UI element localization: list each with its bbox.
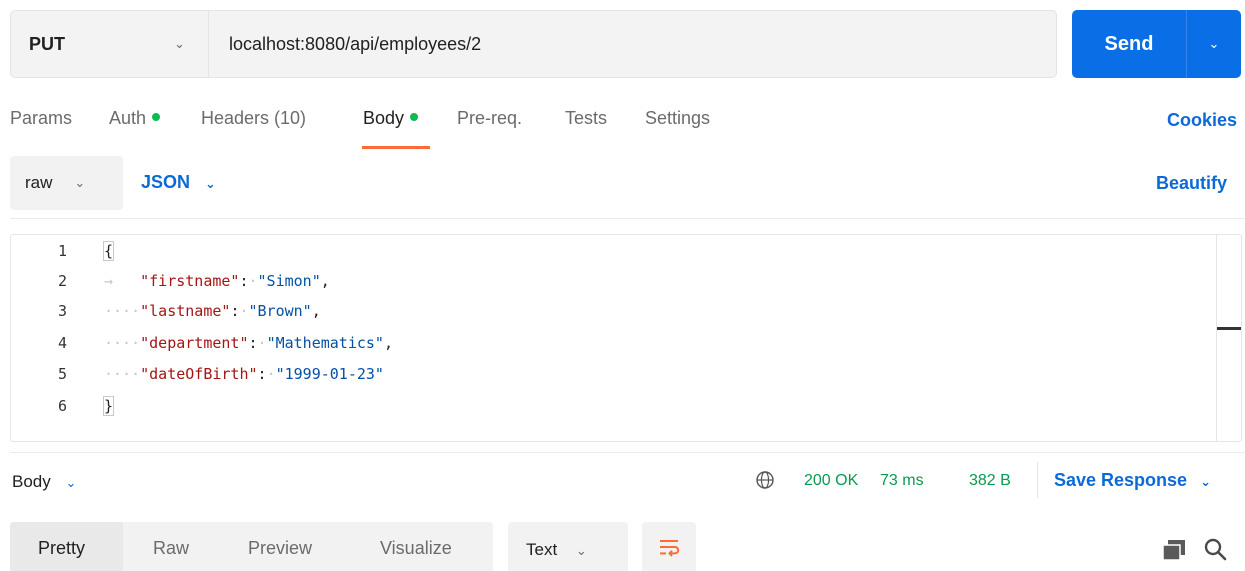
- copy-icon[interactable]: [1162, 540, 1186, 560]
- tab-settings[interactable]: Settings: [645, 108, 710, 129]
- json-key: "firstname": [140, 272, 240, 290]
- send-options-button[interactable]: ⌄: [1186, 10, 1241, 78]
- tab-tests[interactable]: Tests: [565, 108, 607, 129]
- line-number: 4: [57, 334, 67, 352]
- beautify-button[interactable]: Beautify: [1156, 173, 1227, 194]
- chevron-down-icon: ⌄: [65, 475, 77, 490]
- globe-icon[interactable]: [754, 469, 776, 491]
- json-key: "dateOfBirth": [140, 365, 258, 383]
- json-value: "Simon": [257, 272, 321, 290]
- line-number: 1: [57, 242, 67, 260]
- method-label: PUT: [29, 33, 65, 54]
- json-value: "1999-01-23": [275, 365, 384, 383]
- editor-scrollbar[interactable]: [1216, 235, 1217, 441]
- code-line: 5 ····"dateOfBirth":·"1999-01-23": [11, 362, 384, 386]
- tab-auth-label: Auth: [109, 108, 147, 128]
- json-value: "Mathematics": [266, 334, 384, 352]
- code-text: → "firstname":·"Simon",: [104, 272, 330, 290]
- code-text: }: [102, 396, 115, 416]
- status-code[interactable]: 200 OK: [804, 472, 858, 490]
- json-key: "lastname": [140, 302, 231, 320]
- chevron-down-icon: ⌄: [74, 175, 86, 190]
- tab-auth[interactable]: Auth: [109, 108, 161, 129]
- save-response-label: Save Response: [1054, 470, 1188, 490]
- wrap-lines-icon: [660, 539, 680, 557]
- body-mode-select[interactable]: raw ⌄: [10, 156, 123, 210]
- method-select[interactable]: PUT ⌄: [11, 11, 209, 77]
- brace: }: [102, 396, 115, 416]
- view-tab-visualize[interactable]: Visualize: [380, 538, 452, 559]
- code-line: 2 → "firstname":·"Simon",: [11, 269, 330, 293]
- response-time[interactable]: 73 ms: [880, 472, 924, 490]
- language-select[interactable]: JSON ⌄: [141, 172, 216, 193]
- response-section-select[interactable]: Body ⌄: [12, 472, 76, 492]
- code-line: 1 {: [11, 239, 115, 263]
- divider: [10, 218, 1245, 219]
- chevron-down-icon: ⌄: [1200, 474, 1211, 489]
- response-view-tabs: Pretty Raw Preview Visualize: [10, 522, 493, 571]
- json-key: "department": [140, 334, 249, 352]
- brace: {: [102, 241, 115, 261]
- status-dot: [152, 113, 161, 122]
- active-tab-indicator: [362, 146, 430, 149]
- chevron-down-icon: ⌄: [205, 176, 216, 191]
- language-label: JSON: [141, 172, 191, 192]
- tab-body[interactable]: Body: [363, 108, 419, 129]
- view-tab-preview[interactable]: Preview: [248, 538, 312, 559]
- code-text: ····"dateOfBirth":·"1999-01-23": [104, 365, 384, 383]
- divider: [10, 452, 1245, 453]
- response-size[interactable]: 382 B: [969, 472, 1011, 490]
- view-tab-pretty[interactable]: Pretty: [38, 538, 85, 559]
- chevron-down-icon: ⌄: [575, 543, 587, 558]
- tab-headers[interactable]: Headers (10): [201, 108, 306, 129]
- view-tab-raw[interactable]: Raw: [153, 538, 189, 559]
- response-section-label: Body: [12, 472, 51, 491]
- body-mode-label: raw: [25, 173, 53, 192]
- send-button-group: Send ⌄: [1072, 10, 1241, 78]
- response-format-select[interactable]: Text ⌄: [508, 522, 628, 571]
- chevron-down-icon: ⌄: [174, 36, 185, 51]
- chevron-down-icon: ⌄: [1208, 36, 1220, 51]
- line-number: 3: [57, 302, 67, 320]
- code-text: {: [102, 241, 115, 261]
- wrap-lines-button[interactable]: [642, 522, 696, 571]
- code-line: 4 ····"department":·"Mathematics",: [11, 331, 393, 355]
- line-number: 6: [57, 397, 67, 415]
- code-text: ····"lastname":·"Brown",: [104, 302, 321, 320]
- code-text: ····"department":·"Mathematics",: [104, 334, 393, 352]
- tab-prereq[interactable]: Pre-req.: [457, 108, 522, 129]
- code-line: 6 }: [11, 394, 115, 418]
- search-icon[interactable]: [1203, 537, 1227, 561]
- tab-params[interactable]: Params: [10, 108, 72, 129]
- cookies-link[interactable]: Cookies: [1167, 110, 1237, 131]
- request-body-editor[interactable]: 1 { 2 → "firstname":·"Simon", 3 ····"las…: [10, 234, 1242, 442]
- tab-body-label: Body: [363, 108, 405, 128]
- save-response-button[interactable]: Save Response ⌄: [1054, 470, 1211, 491]
- scroll-position-marker: [1217, 327, 1241, 330]
- response-format-label: Text: [526, 540, 558, 559]
- url-input[interactable]: localhost:8080/api/employees/2: [209, 11, 1056, 77]
- request-url-bar: PUT ⌄ localhost:8080/api/employees/2: [10, 10, 1057, 78]
- send-button[interactable]: Send: [1072, 10, 1186, 78]
- divider: [1037, 462, 1038, 498]
- json-value: "Brown": [248, 302, 312, 320]
- code-line: 3 ····"lastname":·"Brown",: [11, 299, 321, 323]
- line-number: 2: [57, 272, 67, 290]
- status-dot: [410, 113, 419, 122]
- line-number: 5: [57, 365, 67, 383]
